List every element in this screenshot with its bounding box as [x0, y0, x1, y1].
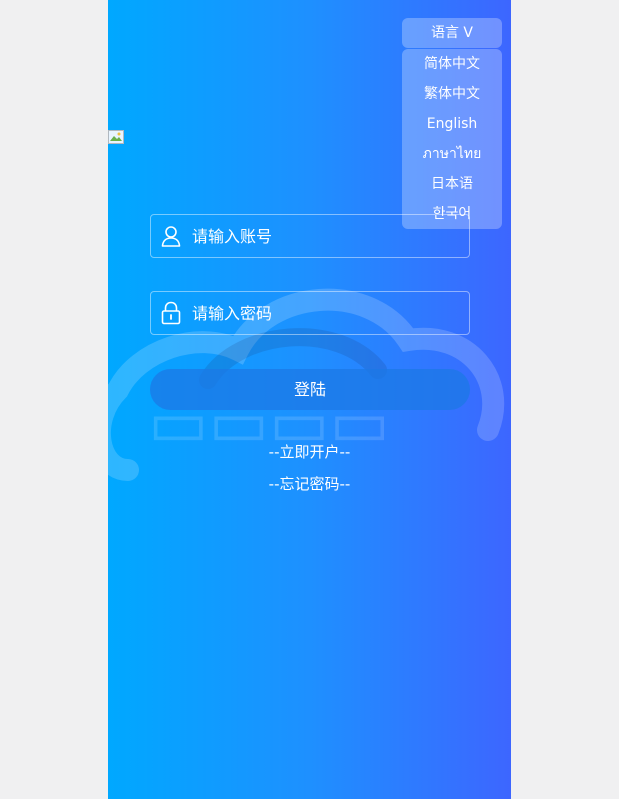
register-link[interactable]: --立即开户-- [108, 441, 511, 462]
account-input[interactable] [192, 216, 469, 256]
login-button[interactable]: 登陆 [150, 369, 470, 410]
language-option[interactable]: 日本语 [402, 169, 502, 199]
broken-logo-image-icon [108, 129, 124, 144]
language-option[interactable]: ภาษาไทย [402, 139, 502, 169]
lock-icon [160, 301, 182, 325]
account-field[interactable] [150, 214, 470, 258]
language-option[interactable]: English [402, 109, 502, 139]
language-option[interactable]: 简体中文 [402, 49, 502, 79]
user-icon [160, 224, 182, 248]
language-menu: 简体中文 繁体中文 English ภาษาไทย 日本语 한국어 [402, 49, 502, 229]
forgot-password-link[interactable]: --忘记密码-- [108, 473, 511, 494]
password-input[interactable] [192, 293, 469, 333]
language-option[interactable]: 繁体中文 [402, 79, 502, 109]
language-toggle-button[interactable]: 语言 V [402, 18, 502, 48]
login-screen: ▭▭▭▭ 语言 V 简体中文 繁体中文 English ภาษาไทย 日本语 … [108, 0, 511, 799]
password-field[interactable] [150, 291, 470, 335]
